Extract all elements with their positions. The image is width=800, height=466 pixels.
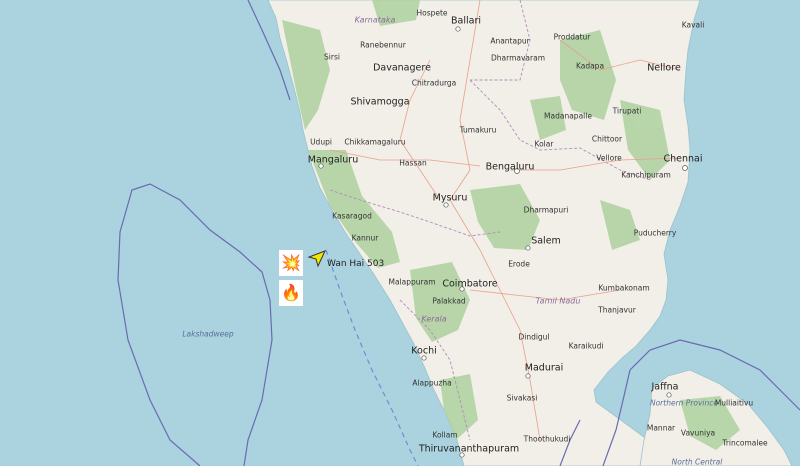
label-mangaluru: Mangaluru bbox=[307, 154, 359, 166]
label-tamil-nadu: Tamil Nadu bbox=[535, 296, 581, 306]
label-chennai: Chennai bbox=[663, 153, 703, 165]
label-sirsi: Sirsi bbox=[324, 52, 340, 62]
label-madurai: Madurai bbox=[524, 362, 564, 374]
label-davanagere: Davanagere bbox=[373, 62, 431, 74]
label-kanchipuram: Kanchipuram bbox=[621, 170, 671, 180]
explosion-icon: 💥 bbox=[281, 253, 301, 272]
label-north-central: North Central bbox=[671, 457, 723, 466]
label-jaffna: Jaffna bbox=[651, 381, 679, 393]
explosion-marker[interactable]: 💥 bbox=[279, 250, 303, 276]
label-vavuniya: Vavuniya bbox=[680, 428, 716, 438]
label-kannur: Kannur bbox=[351, 233, 379, 243]
label-karnataka: Karnataka bbox=[354, 15, 396, 25]
label-kadapa: Kadapa bbox=[575, 61, 605, 71]
label-dharmapuri: Dharmapuri bbox=[523, 205, 569, 215]
label-ballari: Ballari bbox=[451, 15, 481, 27]
label-hospete: Hospete bbox=[416, 8, 448, 18]
label-palakkad: Palakkad bbox=[432, 296, 466, 306]
label-northern-province: Northern Province bbox=[649, 398, 719, 408]
label-erode: Erode bbox=[508, 259, 530, 269]
label-thoothukudi: Thoothukudi bbox=[523, 434, 571, 444]
label-alappuzha: Alappuzha bbox=[412, 378, 452, 388]
label-trincomalee: Trincomalee bbox=[722, 438, 768, 448]
vessel-marker[interactable] bbox=[307, 249, 327, 267]
label-hassan: Hassan bbox=[399, 158, 427, 168]
label-kerala: Kerala bbox=[421, 314, 447, 324]
map-canvas[interactable]: Hospete Ballari Karnataka Kavali Raneben… bbox=[0, 0, 800, 466]
label-anantapur: Anantapur bbox=[490, 36, 530, 46]
label-malappuram: Malappuram bbox=[388, 277, 436, 287]
label-salem: Salem bbox=[531, 235, 561, 247]
label-kollam: Kollam bbox=[432, 430, 458, 440]
fire-icon: 🔥 bbox=[281, 283, 301, 302]
label-kochi: Kochi bbox=[411, 345, 437, 357]
label-coimbatore: Coimbatore bbox=[442, 278, 498, 290]
label-chittoor: Chittoor bbox=[591, 134, 623, 144]
label-karaikudi: Karaikudi bbox=[568, 341, 604, 351]
label-lakshadweep: Lakshadweep bbox=[182, 329, 234, 339]
label-dharmavaram: Dharmavaram bbox=[491, 53, 545, 63]
vessel-label: Wan Hai 503 bbox=[327, 259, 385, 269]
label-kumbakonam: Kumbakonam bbox=[598, 283, 650, 293]
label-tirupati: Tirupati bbox=[612, 106, 642, 116]
label-vellore: Vellore bbox=[596, 153, 622, 163]
label-madanapalle: Madanapalle bbox=[544, 111, 592, 121]
label-dindigul: Dindigul bbox=[518, 332, 550, 342]
label-proddatur: Proddatur bbox=[553, 32, 591, 42]
label-kolar: Kolar bbox=[534, 139, 554, 149]
label-kavali: Kavali bbox=[681, 20, 705, 30]
navigation-arrow-icon bbox=[307, 250, 326, 267]
label-bengaluru: Bengaluru bbox=[485, 161, 535, 173]
label-kasaragod: Kasaragod bbox=[332, 211, 372, 221]
label-mullaitivu: Mulliaitivu bbox=[714, 398, 754, 408]
label-shivamogga: Shivamogga bbox=[350, 96, 410, 108]
label-chikkamagaluru: Chikkamagaluru bbox=[344, 137, 406, 147]
fire-marker[interactable]: 🔥 bbox=[279, 280, 303, 306]
label-sivakasi: Sivakasi bbox=[506, 393, 538, 403]
label-tumakuru: Tumakuru bbox=[459, 125, 497, 135]
label-udupi: Udupi bbox=[310, 137, 332, 147]
label-chitradurga: Chitradurga bbox=[411, 78, 457, 88]
label-mysuru: Mysuru bbox=[432, 192, 468, 204]
label-puducherry: Puducherry bbox=[633, 228, 677, 238]
label-thiruvananthapuram: Thiruvananthapuram bbox=[418, 443, 520, 455]
label-nellore: Nellore bbox=[647, 62, 681, 74]
label-ranebennur: Ranebennur bbox=[360, 40, 406, 50]
label-thanjavur: Thanjavur bbox=[598, 305, 636, 315]
label-mannar: Mannar bbox=[646, 423, 676, 433]
